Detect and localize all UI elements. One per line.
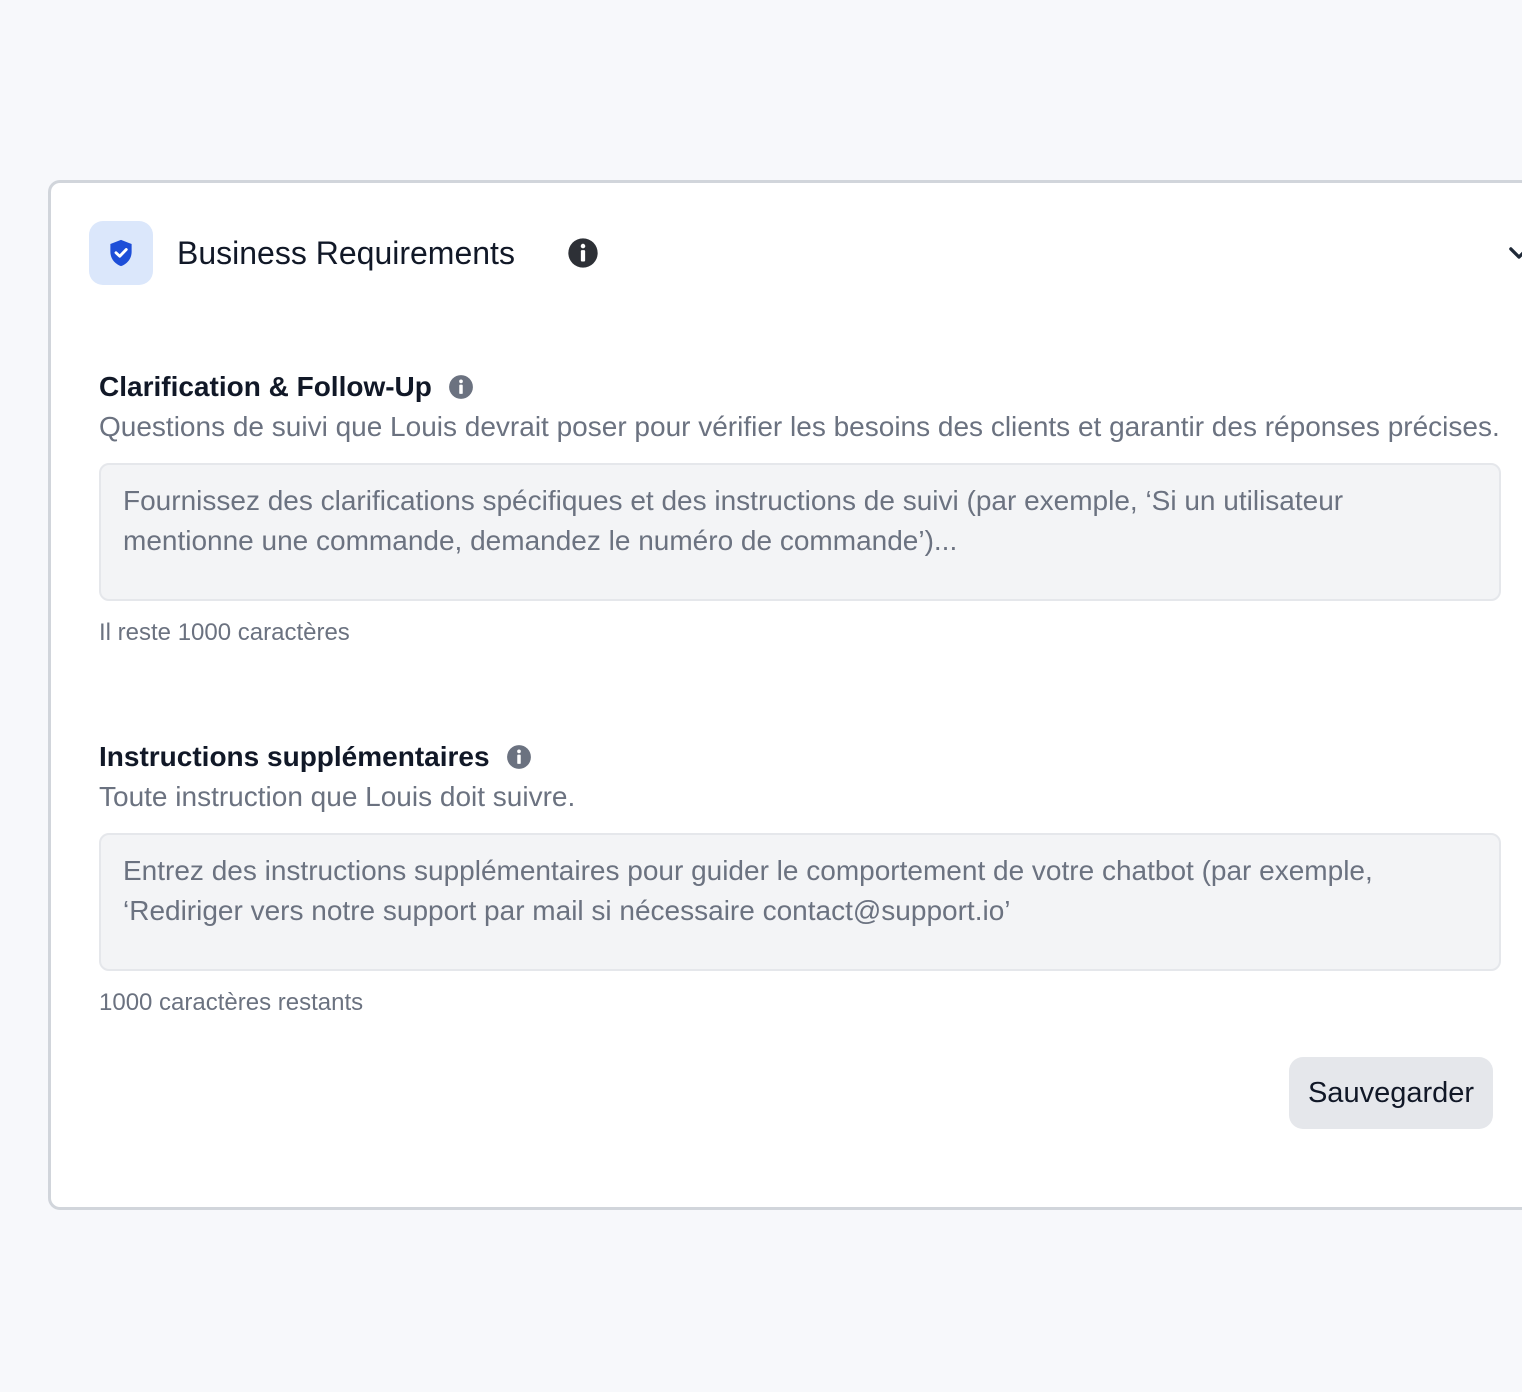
clarification-title: Clarification & Follow-Up (99, 371, 432, 402)
clarification-char-counter: Il reste 1000 caractères (99, 619, 350, 646)
shield-check-icon (110, 239, 132, 267)
instructions-description: Toute instruction que Louis doit suivre. (99, 781, 576, 812)
panel-title: Business Requirements (177, 235, 515, 271)
chevron-down-icon[interactable] (1505, 239, 1522, 267)
instructions-placeholder: Entrez des instructions supplémentaires … (123, 855, 1373, 926)
clarification-description: Questions de suivi que Louis devrait pos… (99, 411, 1500, 442)
instructions-title: Instructions supplémentaires (99, 741, 490, 772)
instructions-char-counter: 1000 caractères restants (99, 989, 364, 1016)
info-icon[interactable] (567, 237, 599, 269)
business-requirements-panel: Business Requirements Clarification & Fo… (48, 180, 1522, 1210)
instructions-textarea[interactable]: Entrez des instructions supplémentaires … (99, 833, 1501, 971)
save-button[interactable]: Sauvegarder (1289, 1057, 1493, 1129)
clarification-section: Clarification & Follow-Up Questions de s… (99, 367, 1501, 647)
shield-badge (89, 221, 153, 285)
clarification-placeholder: Fournissez des clarifications spécifique… (123, 485, 1344, 556)
instructions-section: Instructions supplémentaires Toute instr… (99, 737, 1501, 1017)
info-icon[interactable] (506, 744, 532, 770)
info-icon[interactable] (448, 374, 474, 400)
clarification-textarea[interactable]: Fournissez des clarifications spécifique… (99, 463, 1501, 601)
panel-header[interactable]: Business Requirements (89, 221, 1522, 285)
